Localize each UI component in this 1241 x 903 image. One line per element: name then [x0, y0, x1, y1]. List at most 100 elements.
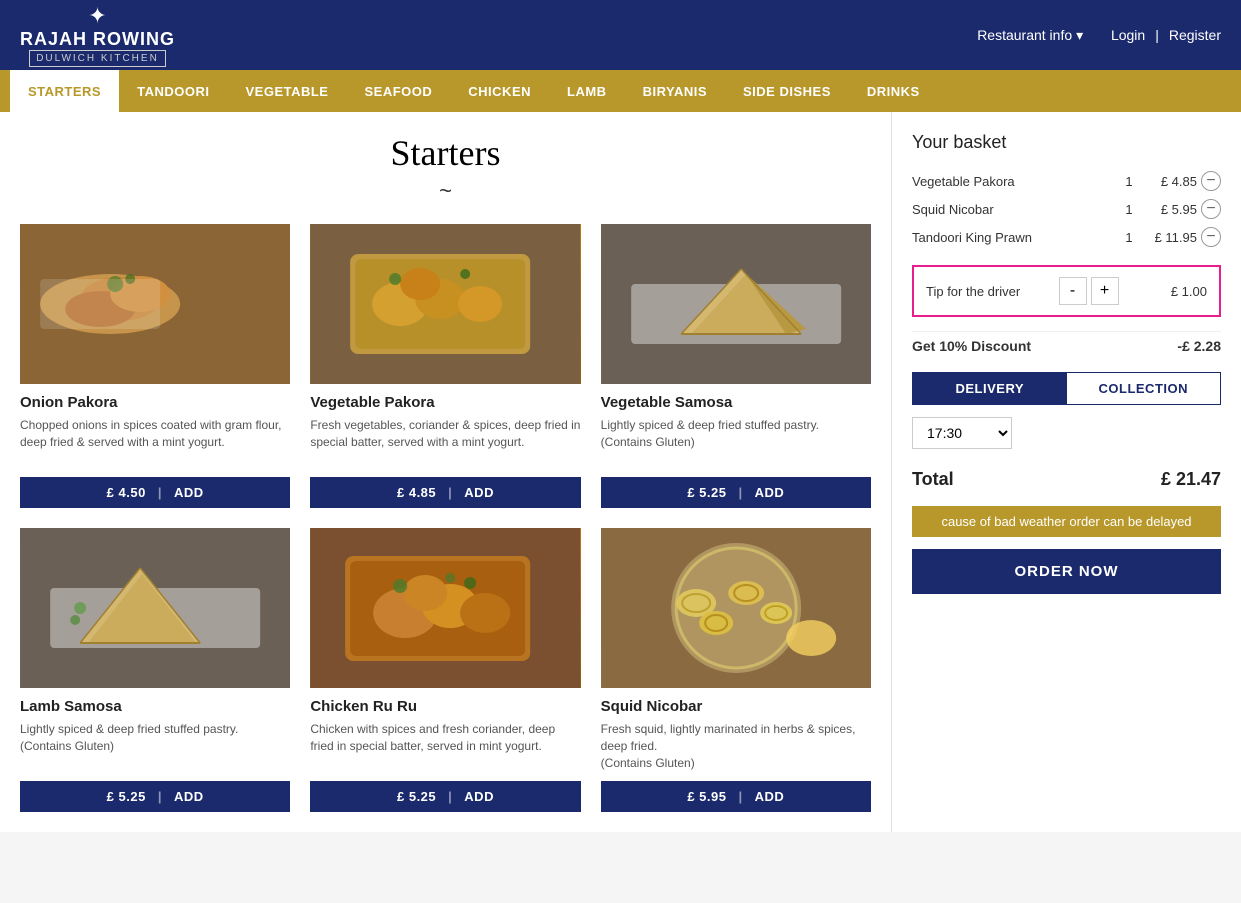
basket-section: Your basket Vegetable Pakora 1 £ 4.85 − … [891, 112, 1241, 832]
food-card-squid-nicobar: Squid Nicobar Fresh squid, lightly marin… [601, 528, 871, 812]
header-nav: Restaurant info ▾ Login | Register [977, 27, 1221, 44]
basket-item: Tandoori King Prawn 1 £ 11.95 − [912, 223, 1221, 251]
food-desc-lamb-samosa: Lightly spiced & deep fried stuffed past… [20, 721, 290, 771]
separator: | [158, 485, 162, 500]
add-button-vegetable-pakora[interactable]: £ 4.85 | ADD [310, 477, 580, 508]
logo-name: RAJAH ROWING [20, 29, 175, 50]
discount-amount: -£ 2.28 [1177, 338, 1221, 354]
add-button-chicken-ruru[interactable]: £ 5.25 | ADD [310, 781, 580, 812]
food-card-chicken-ruru: Chicken Ru Ru Chicken with spices and fr… [310, 528, 580, 812]
separator: | [739, 789, 743, 804]
food-desc-chicken-ruru: Chicken with spices and fresh coriander,… [310, 721, 580, 771]
add-label: ADD [464, 789, 494, 804]
food-grid: Onion Pakora Chopped onions in spices co… [20, 224, 871, 812]
add-button-squid-nicobar[interactable]: £ 5.95 | ADD [601, 781, 871, 812]
price-squid-nicobar: £ 5.95 [687, 789, 726, 804]
nav-divider [1093, 27, 1101, 43]
food-name-chicken-ruru: Chicken Ru Ru [310, 698, 580, 715]
tip-label: Tip for the driver [926, 284, 1020, 299]
price-chicken-ruru: £ 5.25 [397, 789, 436, 804]
separator: | [739, 485, 743, 500]
nav-item-starters[interactable]: STARTERS [10, 70, 119, 112]
food-card-vegetable-pakora: Vegetable Pakora Fresh vegetables, coria… [310, 224, 580, 508]
add-label: ADD [174, 789, 204, 804]
add-button-lamb-samosa[interactable]: £ 5.25 | ADD [20, 781, 290, 812]
food-desc-onion-pakora: Chopped onions in spices coated with gra… [20, 417, 290, 467]
basket-title: Your basket [912, 132, 1221, 153]
basket-item-price: £ 4.85 [1147, 174, 1197, 189]
nav-item-lamb[interactable]: LAMB [549, 70, 625, 112]
price-vegetable-samosa: £ 5.25 [687, 485, 726, 500]
food-img-svg [20, 528, 290, 688]
restaurant-info-button[interactable]: Restaurant info ▾ [977, 27, 1083, 44]
food-image-vegetable-samosa [601, 224, 871, 384]
nav-bar: STARTERS TANDOORI VEGETABLE SEAFOOD CHIC… [0, 70, 1241, 112]
order-now-button[interactable]: ORDER NOW [912, 549, 1221, 594]
food-desc-vegetable-samosa: Lightly spiced & deep fried stuffed past… [601, 417, 871, 467]
nav-item-seafood[interactable]: SEAFOOD [346, 70, 450, 112]
food-img-svg [601, 224, 871, 384]
food-image-chicken-ruru [310, 528, 580, 688]
logo-bird-icon: ✦ [88, 3, 106, 29]
nav-item-chicken[interactable]: CHICKEN [450, 70, 549, 112]
collection-button[interactable]: COLLECTION [1067, 373, 1221, 404]
logo-sub: DULWICH KITCHEN [29, 50, 166, 67]
add-label: ADD [755, 485, 785, 500]
login-link[interactable]: Login [1111, 27, 1145, 43]
basket-item-remove-button[interactable]: − [1201, 199, 1221, 219]
add-label: ADD [755, 789, 785, 804]
basket-item-price: £ 5.95 [1147, 202, 1197, 217]
pipe-divider: | [1155, 27, 1159, 43]
tip-controls: - + [1059, 277, 1119, 305]
food-image-squid-nicobar [601, 528, 871, 688]
discount-row: Get 10% Discount -£ 2.28 [912, 331, 1221, 360]
logo: ✦ RAJAH ROWING DULWICH KITCHEN [20, 3, 175, 67]
total-amount: £ 21.47 [1161, 469, 1221, 490]
food-card-lamb-samosa: Lamb Samosa Lightly spiced & deep fried … [20, 528, 290, 812]
food-name-vegetable-pakora: Vegetable Pakora [310, 394, 580, 411]
tip-plus-button[interactable]: + [1091, 277, 1119, 305]
basket-item-remove-button[interactable]: − [1201, 227, 1221, 247]
food-card-onion-pakora: Onion Pakora Chopped onions in spices co… [20, 224, 290, 508]
food-name-onion-pakora: Onion Pakora [20, 394, 290, 411]
basket-item-qty: 1 [1119, 230, 1139, 245]
tip-section: Tip for the driver - + £ 1.00 [912, 265, 1221, 317]
separator: | [158, 789, 162, 804]
food-desc-squid-nicobar: Fresh squid, lightly marinated in herbs … [601, 721, 871, 771]
nav-item-biryanis[interactable]: BIRYANIS [625, 70, 725, 112]
register-link[interactable]: Register [1169, 27, 1221, 43]
food-name-squid-nicobar: Squid Nicobar [601, 698, 871, 715]
price-vegetable-pakora: £ 4.85 [397, 485, 436, 500]
main-content: Starters ~ Onion Pakora [0, 112, 1241, 832]
add-button-onion-pakora[interactable]: £ 4.50 | ADD [20, 477, 290, 508]
price-onion-pakora: £ 4.50 [107, 485, 146, 500]
separator: | [448, 485, 452, 500]
basket-item-remove-button[interactable]: − [1201, 171, 1221, 191]
food-img-svg [20, 224, 290, 384]
nav-item-tandoori[interactable]: TANDOORI [119, 70, 227, 112]
add-button-vegetable-samosa[interactable]: £ 5.25 | ADD [601, 477, 871, 508]
food-img-svg [310, 528, 580, 688]
basket-item-name: Tandoori King Prawn [912, 230, 1111, 245]
price-lamb-samosa: £ 5.25 [107, 789, 146, 804]
food-desc-vegetable-pakora: Fresh vegetables, coriander & spices, de… [310, 417, 580, 467]
nav-item-drinks[interactable]: DRINKS [849, 70, 938, 112]
basket-item: Vegetable Pakora 1 £ 4.85 − [912, 167, 1221, 195]
time-select[interactable]: 17:00 17:30 18:00 18:30 19:00 [912, 417, 1012, 449]
total-label: Total [912, 469, 954, 490]
delivery-button[interactable]: DELIVERY [913, 373, 1067, 404]
basket-item: Squid Nicobar 1 £ 5.95 − [912, 195, 1221, 223]
weather-warning: cause of bad weather order can be delaye… [912, 506, 1221, 537]
tip-minus-button[interactable]: - [1059, 277, 1087, 305]
add-label: ADD [174, 485, 204, 500]
restaurant-info-label: Restaurant info [977, 27, 1072, 43]
section-title: Starters [20, 132, 871, 174]
nav-item-vegetable[interactable]: VEGETABLE [227, 70, 346, 112]
nav-item-side-dishes[interactable]: SIDE DISHES [725, 70, 849, 112]
food-img-svg [601, 528, 871, 688]
tip-amount: £ 1.00 [1167, 284, 1207, 299]
basket-item-qty: 1 [1119, 202, 1139, 217]
chevron-down-icon: ▾ [1076, 27, 1083, 44]
food-image-onion-pakora [20, 224, 290, 384]
food-img-svg [310, 224, 580, 384]
